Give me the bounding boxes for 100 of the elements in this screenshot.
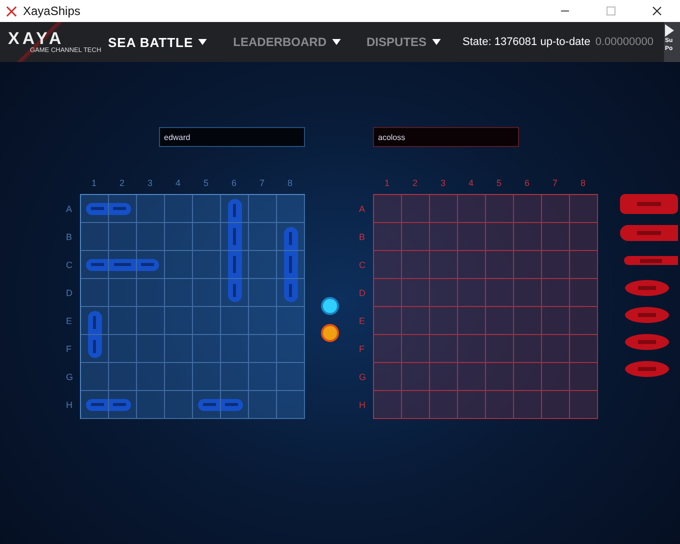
grid-cell[interactable] (374, 335, 402, 363)
grid-cell[interactable] (165, 307, 193, 335)
grid-cell[interactable] (570, 391, 598, 419)
grid-cell[interactable] (277, 251, 305, 279)
grid-cell[interactable] (249, 223, 277, 251)
grid-cell[interactable] (514, 307, 542, 335)
grid-cell[interactable] (430, 251, 458, 279)
grid-cell[interactable] (277, 279, 305, 307)
board-grid[interactable] (80, 194, 305, 419)
close-icon[interactable] (652, 6, 662, 16)
grid-cell[interactable] (430, 391, 458, 419)
grid-cell[interactable] (514, 223, 542, 251)
grid-cell[interactable] (374, 307, 402, 335)
grid-cell[interactable] (81, 307, 109, 335)
grid-cell[interactable] (221, 223, 249, 251)
grid-cell[interactable] (486, 391, 514, 419)
grid-cell[interactable] (193, 251, 221, 279)
grid-cell[interactable] (221, 335, 249, 363)
grid-cell[interactable] (374, 223, 402, 251)
grid-cell[interactable] (514, 335, 542, 363)
grid-cell[interactable] (570, 195, 598, 223)
grid-cell[interactable] (486, 251, 514, 279)
grid-cell[interactable] (458, 279, 486, 307)
board-grid[interactable] (373, 194, 598, 419)
grid-cell[interactable] (165, 223, 193, 251)
grid-cell[interactable] (109, 307, 137, 335)
grid-cell[interactable] (458, 391, 486, 419)
grid-cell[interactable] (514, 391, 542, 419)
grid-cell[interactable] (402, 363, 430, 391)
grid-cell[interactable] (430, 279, 458, 307)
grid-cell[interactable] (458, 307, 486, 335)
grid-cell[interactable] (193, 223, 221, 251)
grid-cell[interactable] (486, 223, 514, 251)
grid-cell[interactable] (249, 391, 277, 419)
grid-cell[interactable] (165, 279, 193, 307)
grid-cell[interactable] (458, 363, 486, 391)
grid-cell[interactable] (542, 307, 570, 335)
grid-cell[interactable] (137, 223, 165, 251)
grid-cell[interactable] (277, 363, 305, 391)
grid-cell[interactable] (81, 251, 109, 279)
grid-cell[interactable] (374, 195, 402, 223)
grid-cell[interactable] (193, 307, 221, 335)
nav-menu-item[interactable]: LEADERBOARD (233, 35, 327, 49)
grid-cell[interactable] (514, 363, 542, 391)
grid-cell[interactable] (277, 391, 305, 419)
grid-cell[interactable] (137, 195, 165, 223)
grid-cell[interactable] (137, 279, 165, 307)
grid-cell[interactable] (430, 307, 458, 335)
grid-cell[interactable] (402, 251, 430, 279)
grid-cell[interactable] (402, 279, 430, 307)
grid-cell[interactable] (542, 251, 570, 279)
grid-cell[interactable] (193, 335, 221, 363)
grid-cell[interactable] (277, 195, 305, 223)
grid-cell[interactable] (570, 307, 598, 335)
grid-cell[interactable] (402, 335, 430, 363)
grid-cell[interactable] (402, 307, 430, 335)
grid-cell[interactable] (165, 391, 193, 419)
grid-cell[interactable] (486, 335, 514, 363)
grid-cell[interactable] (374, 251, 402, 279)
grid-cell[interactable] (193, 279, 221, 307)
grid-cell[interactable] (570, 279, 598, 307)
grid-cell[interactable] (81, 391, 109, 419)
grid-cell[interactable] (249, 279, 277, 307)
grid-cell[interactable] (458, 251, 486, 279)
grid-cell[interactable] (221, 251, 249, 279)
maximize-icon[interactable] (606, 6, 616, 16)
grid-cell[interactable] (249, 363, 277, 391)
grid-cell[interactable] (109, 279, 137, 307)
grid-cell[interactable] (570, 363, 598, 391)
grid-cell[interactable] (81, 195, 109, 223)
grid-cell[interactable] (458, 223, 486, 251)
grid-cell[interactable] (137, 363, 165, 391)
grid-cell[interactable] (486, 307, 514, 335)
grid-cell[interactable] (277, 307, 305, 335)
grid-cell[interactable] (221, 279, 249, 307)
grid-cell[interactable] (193, 391, 221, 419)
grid-cell[interactable] (430, 335, 458, 363)
grid-cell[interactable] (514, 251, 542, 279)
grid-cell[interactable] (402, 195, 430, 223)
grid-cell[interactable] (277, 223, 305, 251)
caret-icon[interactable] (432, 39, 441, 45)
grid-cell[interactable] (221, 391, 249, 419)
grid-cell[interactable] (542, 363, 570, 391)
grid-cell[interactable] (277, 335, 305, 363)
grid-cell[interactable] (486, 363, 514, 391)
caret-icon[interactable] (332, 39, 341, 45)
grid-cell[interactable] (486, 279, 514, 307)
grid-cell[interactable] (165, 335, 193, 363)
grid-cell[interactable] (109, 391, 137, 419)
grid-cell[interactable] (542, 335, 570, 363)
grid-cell[interactable] (221, 195, 249, 223)
grid-cell[interactable] (165, 195, 193, 223)
grid-cell[interactable] (458, 335, 486, 363)
grid-cell[interactable] (109, 251, 137, 279)
grid-cell[interactable] (570, 335, 598, 363)
grid-cell[interactable] (430, 223, 458, 251)
grid-cell[interactable] (81, 335, 109, 363)
grid-cell[interactable] (402, 391, 430, 419)
grid-cell[interactable] (514, 195, 542, 223)
grid-cell[interactable] (193, 195, 221, 223)
